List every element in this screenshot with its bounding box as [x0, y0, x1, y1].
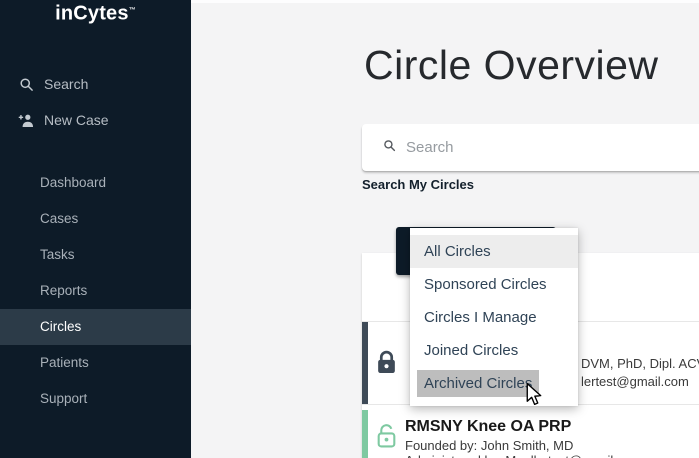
circle-search-box — [362, 124, 699, 171]
row-admin-email-text: lertest@gmail.com — [581, 374, 689, 389]
row-accent-bar — [362, 322, 368, 404]
circle-founded-by: Founded by: John Smith, MD — [405, 438, 573, 453]
search-input[interactable] — [406, 139, 676, 156]
circle-administered-by: Administered by: Muellertest@gmail.com — [405, 453, 641, 458]
dropdown-item-circles-i-manage[interactable]: Circles I Manage — [410, 301, 578, 334]
dropdown-item-all-circles[interactable]: All Circles — [410, 235, 578, 268]
search-icon — [17, 75, 35, 93]
sidebar-item-new-case[interactable]: New Case — [0, 107, 191, 133]
sidebar-item-circles[interactable]: Circles — [0, 309, 191, 345]
sidebar-item-label: Search — [44, 76, 88, 92]
row-accent-bar — [362, 410, 368, 458]
archived-circles-selection: Archived Circles — [417, 370, 539, 397]
trademark-mark: ™ — [129, 7, 136, 14]
sidebar: inCytes™ Search New Case Dashboard — [0, 0, 191, 458]
row-credentials-text: DVM, PhD, Dipl. ACVS — [581, 356, 699, 371]
sidebar-nav: Dashboard Cases Tasks Reports Circles Pa… — [0, 165, 191, 417]
add-person-icon — [17, 111, 35, 129]
logo-text: inCytes — [55, 3, 129, 25]
lock-open-icon — [377, 423, 396, 453]
magnifier-icon — [383, 139, 396, 157]
search-my-circles-label: Search My Circles — [362, 177, 474, 192]
sidebar-item-search[interactable]: Search — [0, 71, 191, 97]
sidebar-item-label: New Case — [44, 112, 109, 128]
dropdown-item-sponsored-circles[interactable]: Sponsored Circles — [410, 268, 578, 301]
dropdown-item-joined-circles[interactable]: Joined Circles — [410, 334, 578, 367]
sidebar-item-cases[interactable]: Cases — [0, 201, 191, 237]
app-window: inCytes™ Search New Case Dashboard — [0, 0, 699, 458]
sidebar-item-reports[interactable]: Reports — [0, 273, 191, 309]
circle-filter-dropdown: All Circles Sponsored Circles Circles I … — [410, 228, 578, 406]
circle-title: RMSNY Knee OA PRP — [405, 418, 571, 436]
app-logo: inCytes™ — [0, 0, 191, 24]
sidebar-item-dashboard[interactable]: Dashboard — [0, 165, 191, 201]
sidebar-item-tasks[interactable]: Tasks — [0, 237, 191, 273]
dropdown-item-archived-circles[interactable]: Archived Circles — [410, 367, 578, 400]
top-strip — [191, 0, 699, 3]
page-title: Circle Overview — [364, 42, 659, 89]
sidebar-item-support[interactable]: Support — [0, 381, 191, 417]
sidebar-item-patients[interactable]: Patients — [0, 345, 191, 381]
lock-closed-icon — [377, 350, 396, 379]
